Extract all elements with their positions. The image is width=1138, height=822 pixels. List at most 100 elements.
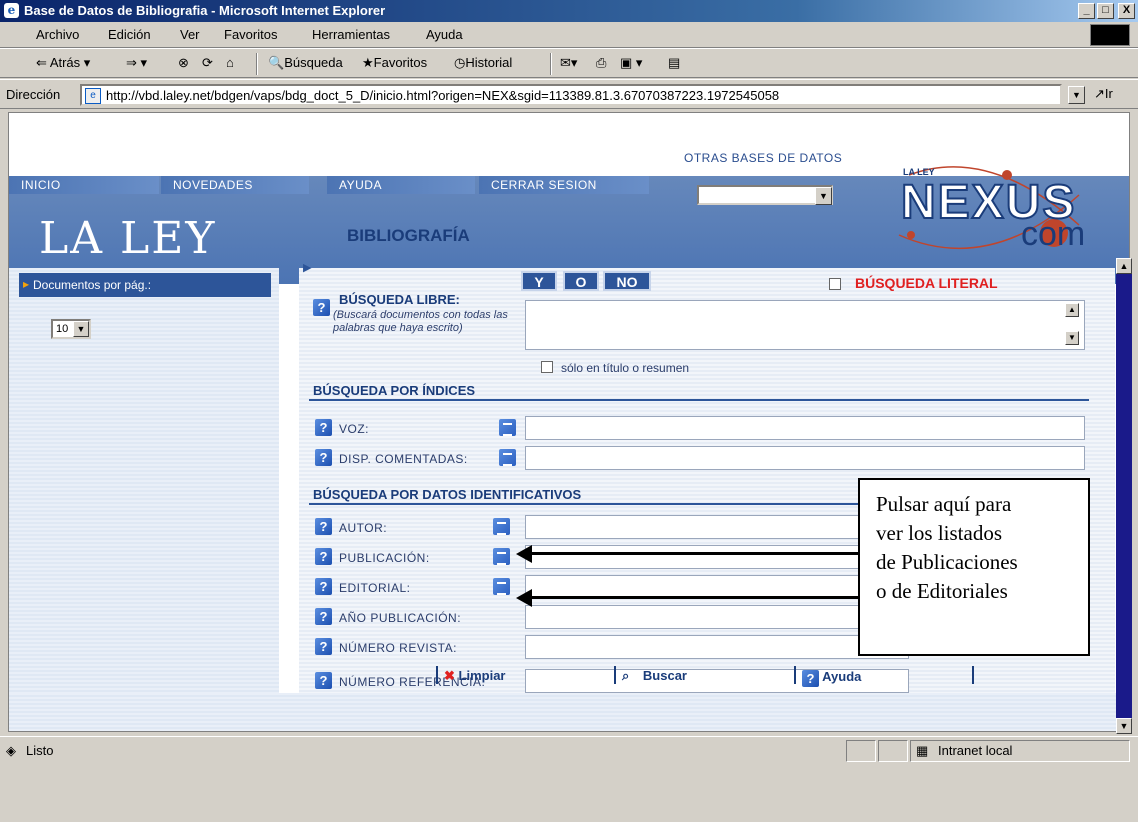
disp-comentadas-input[interactable] bbox=[525, 446, 1085, 470]
left-panel bbox=[9, 268, 279, 731]
edit-icon[interactable]: ▣ ▾ bbox=[620, 55, 642, 71]
indices-title: BÚSQUEDA POR ÍNDICES bbox=[313, 383, 476, 398]
nav-cerrar-sesion[interactable]: CERRAR SESION bbox=[479, 176, 649, 194]
address-bar: Dirección e http://vbd.laley.net/bdgen/v… bbox=[0, 79, 1138, 109]
help-icon[interactable]: ? bbox=[315, 672, 332, 689]
title-only-label: sólo en título o resumen bbox=[561, 361, 690, 375]
help-action-button[interactable]: ? Ayuda bbox=[802, 668, 862, 687]
numero-revista-label: NÚMERO REVISTA: bbox=[339, 641, 457, 655]
page-scrollbar[interactable] bbox=[1116, 258, 1132, 720]
forward-arrow-icon: ⇒ bbox=[126, 55, 137, 70]
search-icon: 🔍 bbox=[268, 55, 285, 70]
back-label: Atrás bbox=[49, 55, 81, 70]
docs-per-page-label: Documentos por pág.: bbox=[19, 273, 271, 297]
nav-ayuda[interactable]: AYUDA bbox=[327, 176, 475, 194]
forward-button[interactable]: ⇒ ▾ bbox=[126, 55, 147, 71]
help-icon[interactable]: ? bbox=[315, 578, 332, 595]
close-button[interactable]: X bbox=[1118, 3, 1135, 19]
back-button[interactable]: ⇐ Atrás ▾ bbox=[36, 55, 90, 71]
go-label: Ir bbox=[1104, 86, 1113, 101]
list-icon[interactable] bbox=[499, 419, 516, 436]
list-icon[interactable] bbox=[499, 449, 516, 466]
publicacion-input[interactable] bbox=[525, 545, 909, 569]
anio-input[interactable] bbox=[525, 605, 909, 629]
menu-herramientas[interactable]: Herramientas bbox=[312, 27, 390, 42]
help-icon[interactable]: ? bbox=[315, 608, 332, 625]
stop-icon[interactable]: ⊗ bbox=[178, 55, 189, 71]
libre-title: BÚSQUEDA LIBRE: bbox=[339, 292, 460, 307]
menu-ver[interactable]: Ver bbox=[180, 27, 200, 42]
status-bar: ◈ Listo ▦ Intranet local bbox=[0, 736, 1138, 764]
address-dropdown-button[interactable]: ▼ bbox=[1068, 86, 1085, 104]
help-icon[interactable]: ? bbox=[313, 299, 330, 316]
scroll-up-icon[interactable]: ▲ bbox=[1116, 258, 1132, 274]
clear-button[interactable]: ✖ Limpiar bbox=[444, 668, 506, 684]
help-icon[interactable]: ? bbox=[315, 419, 332, 436]
docs-per-page-value: 10 bbox=[56, 323, 69, 335]
menu-bar: Archivo Edición Ver Favoritos Herramient… bbox=[0, 22, 1138, 48]
publicacion-label: PUBLICACIÓN: bbox=[339, 551, 430, 565]
magnifier-icon: ⌕ bbox=[622, 668, 630, 683]
address-input[interactable]: e http://vbd.laley.net/bdgen/vaps/bdg_do… bbox=[80, 84, 1062, 106]
help-icon[interactable]: ? bbox=[315, 449, 332, 466]
menu-ayuda[interactable]: Ayuda bbox=[426, 27, 463, 42]
nav-inicio[interactable]: INICIO bbox=[9, 176, 159, 194]
scroll-down-icon[interactable]: ▼ bbox=[1116, 718, 1132, 734]
status-page-icon: ◈ bbox=[6, 743, 16, 758]
back-arrow-icon: ⇐ bbox=[36, 55, 47, 70]
status-text: Listo bbox=[26, 743, 54, 758]
arrowhead-icon bbox=[516, 589, 532, 607]
chevron-down-icon[interactable]: ▼ bbox=[815, 187, 832, 205]
numero-revista-input[interactable] bbox=[525, 635, 909, 659]
chevron-down-icon[interactable]: ▼ bbox=[73, 321, 89, 337]
editorial-list-icon[interactable] bbox=[493, 578, 510, 595]
go-button[interactable]: ↗Ir bbox=[1094, 86, 1113, 102]
disp-comentadas-label: DISP. COMENTADAS: bbox=[339, 452, 468, 466]
op-o-button[interactable]: O bbox=[563, 271, 599, 291]
help-icon[interactable]: ? bbox=[315, 638, 332, 655]
menu-edicion[interactable]: Edición bbox=[108, 27, 151, 42]
publicacion-list-icon[interactable] bbox=[493, 548, 510, 565]
otras-bases-select[interactable]: ▼ bbox=[697, 185, 833, 205]
favorites-button[interactable]: ★Favoritos bbox=[362, 55, 427, 71]
literal-checkbox[interactable] bbox=[829, 278, 841, 290]
title-only-checkbox[interactable] bbox=[541, 361, 553, 373]
help-icon[interactable]: ? bbox=[315, 548, 332, 565]
scroll-down-icon[interactable]: ▼ bbox=[1065, 331, 1079, 345]
divider bbox=[972, 666, 974, 684]
refresh-icon[interactable]: ⟳ bbox=[202, 55, 213, 71]
print-icon[interactable]: ⎙ bbox=[596, 55, 606, 71]
op-y-button[interactable]: Y bbox=[521, 271, 557, 291]
actions-bar bbox=[9, 693, 1129, 731]
libre-textarea[interactable] bbox=[525, 300, 1085, 350]
window-title: Base de Datos de Bibliografia - Microsof… bbox=[24, 3, 386, 18]
divider bbox=[436, 666, 438, 684]
maximize-button[interactable]: □ bbox=[1097, 3, 1114, 19]
callout-line: Pulsar aquí para bbox=[876, 492, 1012, 516]
arrow-marker-icon: ▶ bbox=[303, 262, 312, 274]
history-button[interactable]: ◷Historial bbox=[454, 55, 512, 71]
otras-bases-label: OTRAS BASES DE DATOS bbox=[684, 151, 843, 165]
search-button[interactable]: 🔍Búsqueda bbox=[268, 55, 343, 71]
op-no-button[interactable]: NO bbox=[603, 271, 651, 291]
status-pane bbox=[878, 740, 908, 762]
nav-novedades[interactable]: NOVEDADES bbox=[161, 176, 309, 194]
minimize-button[interactable]: _ bbox=[1078, 3, 1095, 19]
help-icon[interactable]: ? bbox=[315, 518, 332, 535]
discuss-icon[interactable]: ▤ bbox=[668, 55, 680, 71]
list-icon[interactable] bbox=[493, 518, 510, 535]
search-action-button[interactable]: ⌕ Buscar bbox=[622, 668, 687, 684]
menu-archivo[interactable]: Archivo bbox=[36, 27, 79, 42]
menu-favoritos[interactable]: Favoritos bbox=[224, 27, 277, 42]
docs-per-page-select[interactable]: 10 ▼ bbox=[51, 319, 91, 339]
help-action-label: Ayuda bbox=[822, 669, 862, 684]
autor-input[interactable] bbox=[525, 515, 909, 539]
voz-input[interactable] bbox=[525, 416, 1085, 440]
scroll-up-icon[interactable]: ▲ bbox=[1065, 303, 1079, 317]
mail-icon[interactable]: ✉▾ bbox=[560, 55, 577, 71]
libre-help: (Buscará documentos con todas las palabr… bbox=[333, 309, 508, 334]
go-arrow-icon: ↗ bbox=[1094, 86, 1105, 101]
anio-label: AÑO PUBLICACIÓN: bbox=[339, 611, 462, 625]
search-label: Búsqueda bbox=[284, 55, 343, 70]
home-icon[interactable]: ⌂ bbox=[226, 55, 234, 70]
